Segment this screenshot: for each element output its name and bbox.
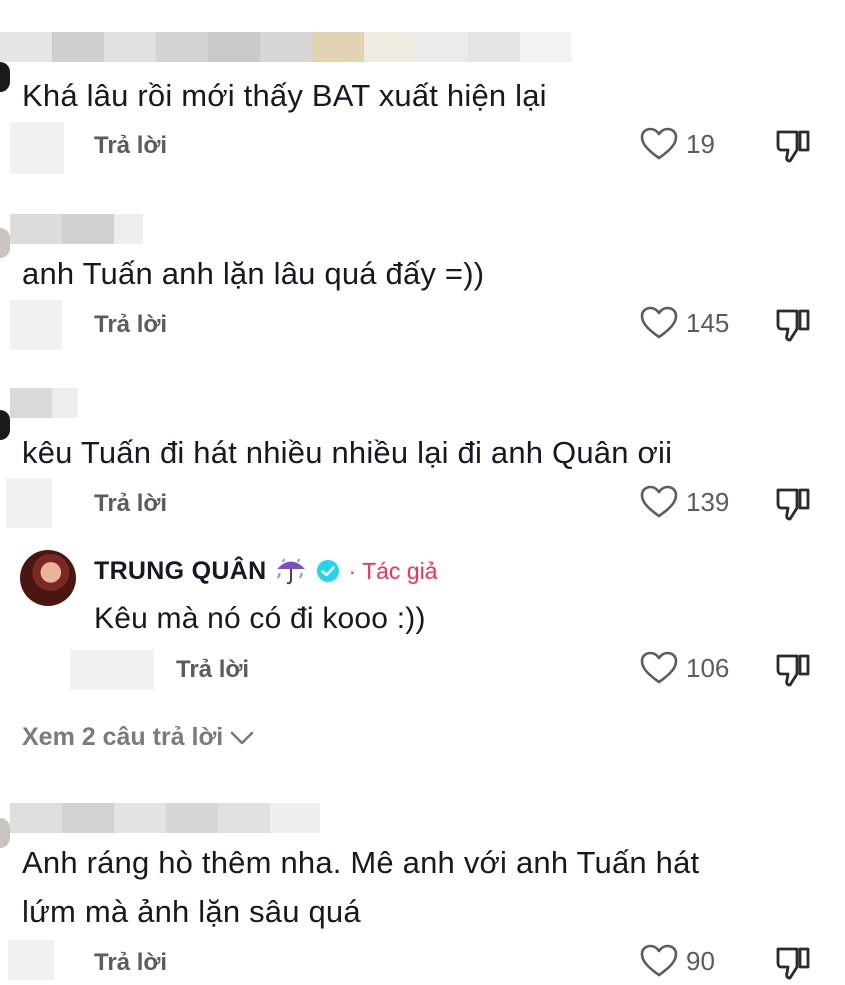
blurred-timestamp [10, 122, 64, 174]
dislike-icon[interactable] [775, 486, 811, 522]
comment-text-line-2: lứm mà ảnh lặn sâu quá [22, 894, 361, 929]
avatar[interactable] [0, 228, 10, 258]
blurred-timestamp [70, 650, 154, 690]
like-count: 106 [686, 652, 730, 683]
username-blurred[interactable] [10, 803, 320, 833]
view-more-replies-button[interactable]: Xem 2 câu trả lời [22, 723, 255, 752]
like-count: 139 [686, 486, 730, 517]
like-button[interactable]: 90 [640, 944, 715, 978]
comment-text: kêu Tuấn đi hát nhiều nhiều lại đi anh Q… [22, 435, 673, 470]
like-button[interactable]: 139 [640, 485, 729, 519]
like-button[interactable]: 106 [640, 651, 729, 685]
dislike-icon[interactable] [775, 128, 811, 164]
avatar[interactable] [0, 818, 10, 848]
username-blurred[interactable] [0, 32, 572, 62]
author-badge: · Tác giả [348, 557, 438, 584]
umbrella-rain-icon [277, 558, 306, 585]
author-avatar[interactable] [20, 550, 76, 606]
reply-button[interactable]: Trả lời [94, 311, 167, 339]
heart-icon [640, 944, 678, 977]
verified-icon [317, 560, 340, 582]
avatar[interactable] [0, 410, 10, 440]
dislike-icon[interactable] [775, 652, 811, 688]
view-more-label: Xem 2 câu trả lời [22, 723, 224, 751]
heart-icon [640, 306, 678, 339]
heart-icon [640, 127, 678, 160]
username-blurred[interactable] [10, 388, 78, 418]
reply-button[interactable]: Trả lời [94, 949, 167, 977]
reply-text: Kêu mà nó có đi kooo :)) [94, 602, 426, 635]
username-blurred[interactable] [10, 214, 143, 244]
author-name[interactable]: TRUNG QUÂN [94, 557, 266, 586]
like-button[interactable]: 19 [640, 127, 715, 161]
reply-button[interactable]: Trả lời [176, 656, 249, 684]
reply-button[interactable]: Trả lời [94, 132, 167, 160]
author-row: TRUNG QUÂN · Tác giả [94, 556, 438, 586]
comment-text-line-1: Anh ráng hò thêm nha. Mê anh với anh Tuấ… [22, 845, 700, 880]
heart-icon [640, 651, 678, 684]
like-count: 90 [686, 945, 715, 976]
reply-button[interactable]: Trả lời [94, 490, 167, 518]
like-count: 19 [686, 128, 715, 159]
dislike-icon[interactable] [775, 307, 811, 343]
blurred-timestamp [10, 300, 62, 350]
comment-text: Khá lâu rồi mới thấy BAT xuất hiện lại [22, 78, 547, 113]
like-button[interactable]: 145 [640, 306, 729, 340]
like-count: 145 [686, 307, 730, 338]
comment-text: anh Tuấn anh lặn lâu quá đấy =)) [22, 256, 485, 291]
blurred-timestamp [8, 940, 54, 980]
dislike-icon[interactable] [775, 945, 811, 981]
heart-icon [640, 485, 678, 518]
avatar[interactable] [0, 62, 10, 92]
chevron-down-icon [230, 731, 254, 744]
blurred-timestamp [6, 478, 52, 528]
